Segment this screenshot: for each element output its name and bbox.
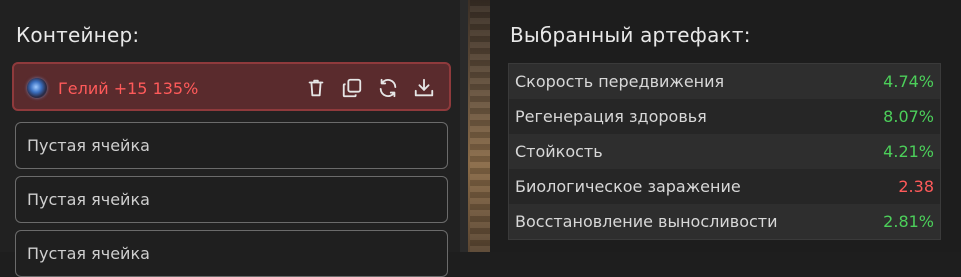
artifact-orb-icon [27, 78, 47, 98]
selected-artifact-panel: Выбранный артефакт: Скорость передвижени… [490, 0, 961, 252]
stat-row: Восстановление выносливости 2.81% [509, 204, 940, 239]
selected-artifact-title: Выбранный артефакт: [510, 23, 751, 47]
artifact-name: Гелий +15 135% [58, 79, 199, 98]
stat-label: Скорость передвижения [515, 72, 725, 91]
stat-label: Регенерация здоровья [515, 107, 707, 126]
stat-value: 2.38 [898, 177, 934, 196]
empty-slot-label: Пустая ячейка [27, 136, 150, 155]
empty-slot[interactable]: Пустая ячейка [15, 122, 448, 169]
background-scene [460, 0, 490, 252]
artifact-actions [303, 75, 437, 101]
container-panel: Контейнер: Гелий +15 135% Пустая ячейка … [0, 0, 460, 277]
stat-row: Биологическое заражение 2.38 [509, 169, 940, 204]
stat-value: 8.07% [883, 107, 934, 126]
empty-slot-label: Пустая ячейка [27, 244, 150, 263]
stat-value: 4.21% [883, 142, 934, 161]
stat-value: 2.81% [883, 212, 934, 231]
stats-table: Скорость передвижения 4.74% Регенерация … [508, 63, 941, 240]
stat-label: Стойкость [515, 142, 603, 161]
container-title: Контейнер: [16, 23, 140, 47]
stat-value: 4.74% [883, 72, 934, 91]
refresh-icon[interactable] [375, 75, 401, 101]
trash-icon[interactable] [303, 75, 329, 101]
stat-label: Восстановление выносливости [515, 212, 778, 231]
copy-icon[interactable] [339, 75, 365, 101]
empty-slot[interactable]: Пустая ячейка [15, 230, 448, 277]
stat-row: Регенерация здоровья 8.07% [509, 99, 940, 134]
empty-slot[interactable]: Пустая ячейка [15, 176, 448, 223]
download-icon[interactable] [411, 75, 437, 101]
empty-slot-label: Пустая ячейка [27, 190, 150, 209]
stat-row: Стойкость 4.21% [509, 134, 940, 169]
stat-row: Скорость передвижения 4.74% [509, 64, 940, 99]
artifact-slot-helium[interactable]: Гелий +15 135% [12, 62, 451, 111]
stat-label: Биологическое заражение [515, 177, 741, 196]
